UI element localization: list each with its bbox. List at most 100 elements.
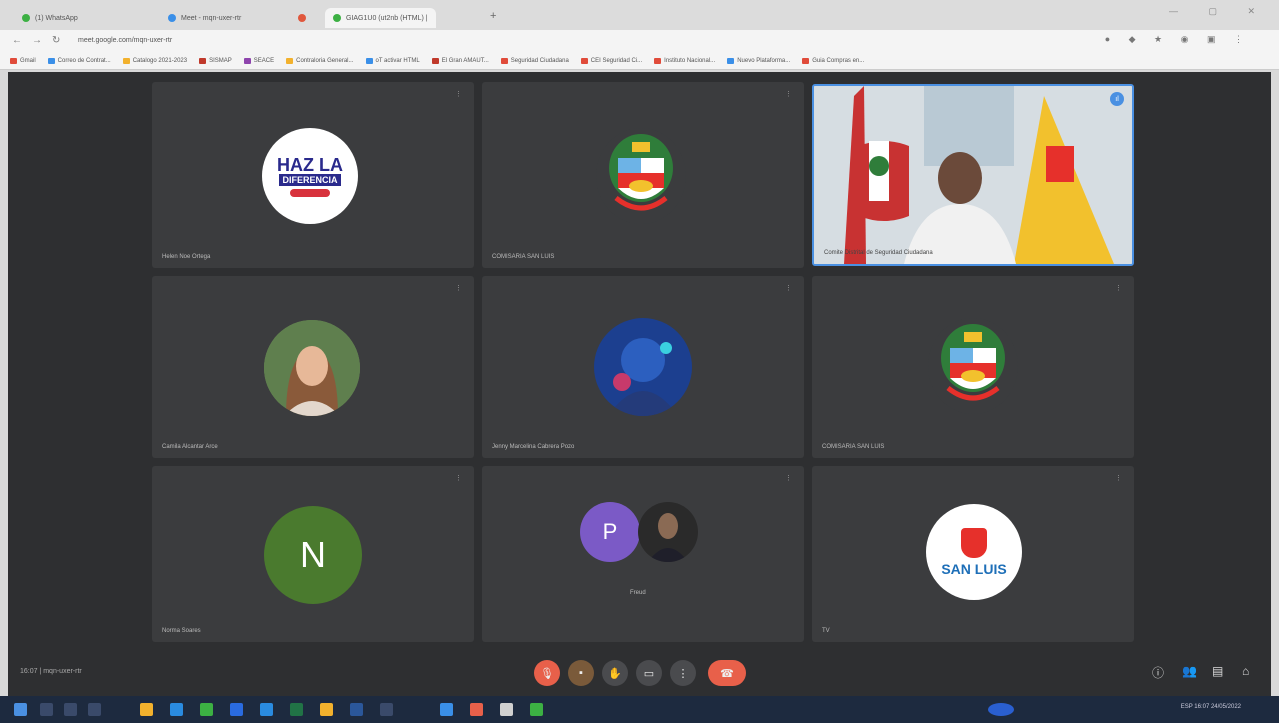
peru-coat-of-arms-icon [928, 318, 1018, 414]
bookmark-item[interactable]: SEACE [243, 57, 274, 64]
chrome-icon[interactable] [200, 703, 213, 716]
forward-icon[interactable]: → [32, 35, 42, 46]
tab-label: Meet - mqn-uxer-rtr [181, 14, 242, 22]
url-field[interactable]: meet.google.com/mqn-uxer-rtr [78, 34, 678, 48]
participant-name: Comite Distrital de Seguridad Ciudadana [824, 250, 933, 256]
new-tab-button[interactable]: + [490, 10, 496, 22]
participant-tile[interactable]: HAZ LA DIFERENCIA ⋮ Helen Noe Ortega [152, 82, 474, 268]
more-options-icon[interactable]: ⋮ [785, 474, 792, 482]
present-icon[interactable]: ▭ [636, 660, 662, 686]
bookmark-label: Gmail [20, 57, 36, 64]
activities-icon[interactable]: ⌂ [1242, 664, 1249, 678]
extension-icons[interactable]: ● ◆ ★ ◉ ▣ ⋮ [1105, 34, 1251, 45]
meet-icon [168, 14, 176, 22]
participant-photo [594, 318, 692, 416]
participant-tile[interactable]: ⋮ COMISARIA SAN LUIS [482, 82, 804, 268]
window-controls[interactable]: — ▢ ✕ [1169, 6, 1269, 17]
bookmark-item[interactable]: Gmail [10, 57, 36, 64]
store-icon[interactable] [260, 703, 273, 716]
more-options-icon[interactable]: ⋮ [1115, 284, 1122, 292]
bookmark-label: Guia Compras en... [812, 57, 865, 64]
bookmark-item[interactable]: Catalogo 2021-2023 [122, 57, 187, 64]
raise-hand-icon[interactable]: ✋ [602, 660, 628, 686]
peru-coat-of-arms-icon [596, 128, 686, 224]
bookmark-item[interactable]: El Gran AMAUT... [431, 57, 489, 64]
tab-label: GIAG1U0 (ut2nb (HTML) | [346, 14, 428, 22]
bookmark-item[interactable]: Instituto Nacional... [654, 57, 715, 64]
browser-tab[interactable] [290, 8, 314, 28]
participant-letter-avatar: P [580, 502, 640, 562]
bookmark-item[interactable]: CEI Seguridad Ci... [580, 57, 643, 64]
back-icon[interactable]: ← [12, 35, 22, 46]
bookmark-item[interactable]: Nuevo Plataforma... [727, 57, 791, 64]
reload-icon[interactable]: ↻ [52, 35, 60, 46]
app-icon[interactable] [440, 703, 453, 716]
excel-icon[interactable] [290, 703, 303, 716]
more-options-icon[interactable]: ⋮ [670, 660, 696, 686]
camera-button[interactable]: ▪ [568, 660, 594, 686]
app-icon[interactable] [530, 703, 543, 716]
task-view-icon[interactable] [64, 703, 77, 716]
participant-tile[interactable]: ⋮ Camila Alcantar Arce [152, 276, 474, 458]
app-icon[interactable] [500, 703, 513, 716]
bookmark-item[interactable]: oT activar HTML [365, 57, 420, 64]
browser-tab-active[interactable]: GIAG1U0 (ut2nb (HTML) | [325, 8, 436, 28]
mic-off-icon[interactable]: 🎙 [534, 660, 560, 686]
bookmark-favicon-icon [47, 57, 55, 64]
meet-stage: HAZ LA DIFERENCIA ⋮ Helen Noe Ortega ⋮ C… [8, 72, 1271, 696]
video-feed [814, 86, 1132, 264]
bookmark-label: El Gran AMAUT... [441, 57, 489, 64]
participant-tile[interactable]: ⋮ COMISARIA SAN LUIS [812, 276, 1134, 458]
people-icon[interactable]: 👥 [1182, 664, 1197, 678]
mail-icon[interactable] [230, 703, 243, 716]
windows-taskbar: ESP 16:07 24/05/2022 [0, 696, 1279, 723]
widgets-icon[interactable] [88, 703, 101, 716]
more-options-icon[interactable]: ⋮ [455, 474, 462, 482]
meet-control-bar: 16:07 | mqn-uxer-rtr 🎙 ▪ ✋ ▭ ⋮ ☎ ⓘ 👥 ▤ ⌂ [8, 644, 1271, 696]
end-call-button[interactable]: ☎ [708, 660, 746, 686]
folder-icon[interactable] [320, 703, 333, 716]
bookmark-item[interactable]: Seguridad Ciudadana [500, 57, 569, 64]
meeting-time-code: 16:07 | mqn-uxer-rtr [20, 668, 82, 675]
participant-video-tile[interactable]: ıl Comite Distrital de Seguridad Ciudada… [812, 84, 1134, 266]
bookmark-item[interactable]: Guia Compras en... [802, 57, 865, 64]
browser-tab-bar: (1) WhatsApp Meet - mqn-uxer-rtr GIAG1U0… [0, 0, 1279, 30]
more-options-icon[interactable]: ⋮ [785, 90, 792, 98]
word-icon[interactable] [350, 703, 363, 716]
bookmark-item[interactable]: SISMAP [199, 57, 232, 64]
firefox-icon[interactable] [470, 703, 483, 716]
more-options-icon[interactable]: ⋮ [785, 284, 792, 292]
edge-icon[interactable] [170, 703, 183, 716]
participant-tile[interactable]: P Freud ⋮ [482, 466, 804, 642]
bookmark-item[interactable]: Correo de Contrat... [47, 57, 111, 64]
more-options-icon[interactable]: ⋮ [455, 284, 462, 292]
bookmark-item[interactable]: Contraloria General... [286, 57, 354, 64]
more-options-icon[interactable]: ⋮ [455, 90, 462, 98]
browser-tab[interactable]: (1) WhatsApp [14, 8, 86, 28]
system-tray-clock[interactable]: ESP 16:07 24/05/2022 [1181, 704, 1241, 710]
app-icon[interactable] [380, 703, 393, 716]
bookmark-favicon-icon [365, 57, 373, 64]
file-explorer-icon[interactable] [140, 703, 153, 716]
san-luis-shield-icon [961, 528, 987, 558]
start-icon[interactable] [14, 703, 27, 716]
bookmark-favicon-icon [243, 57, 251, 64]
browser-tab[interactable]: Meet - mqn-uxer-rtr [160, 8, 249, 28]
bookmark-label: Nuevo Plataforma... [737, 57, 791, 64]
bookmark-label: SISMAP [209, 57, 232, 64]
haz-la-diferencia-logo: HAZ LA DIFERENCIA [262, 128, 358, 224]
weather-widget-icon[interactable] [988, 703, 1014, 716]
participant-tile[interactable]: ⋮ Jenny Marcelina Cabrera Pozo [482, 276, 804, 458]
bookmark-favicon-icon [122, 57, 130, 64]
bookmark-label: CEI Seguridad Ci... [590, 57, 643, 64]
search-icon[interactable] [40, 703, 53, 716]
bookmark-favicon-icon [10, 57, 17, 64]
chat-icon[interactable]: ▤ [1212, 664, 1223, 678]
bookmark-label: Contraloria General... [296, 57, 354, 64]
participant-tile[interactable]: N ⋮ Norma Soares [152, 466, 474, 642]
info-icon[interactable]: ⓘ [1152, 664, 1164, 681]
participant-tile[interactable]: SAN LUIS ⋮ TV [812, 466, 1134, 642]
bookmark-label: Seguridad Ciudadana [510, 57, 569, 64]
more-options-icon[interactable]: ⋮ [1115, 474, 1122, 482]
logo-text: SAN LUIS [941, 561, 1007, 577]
